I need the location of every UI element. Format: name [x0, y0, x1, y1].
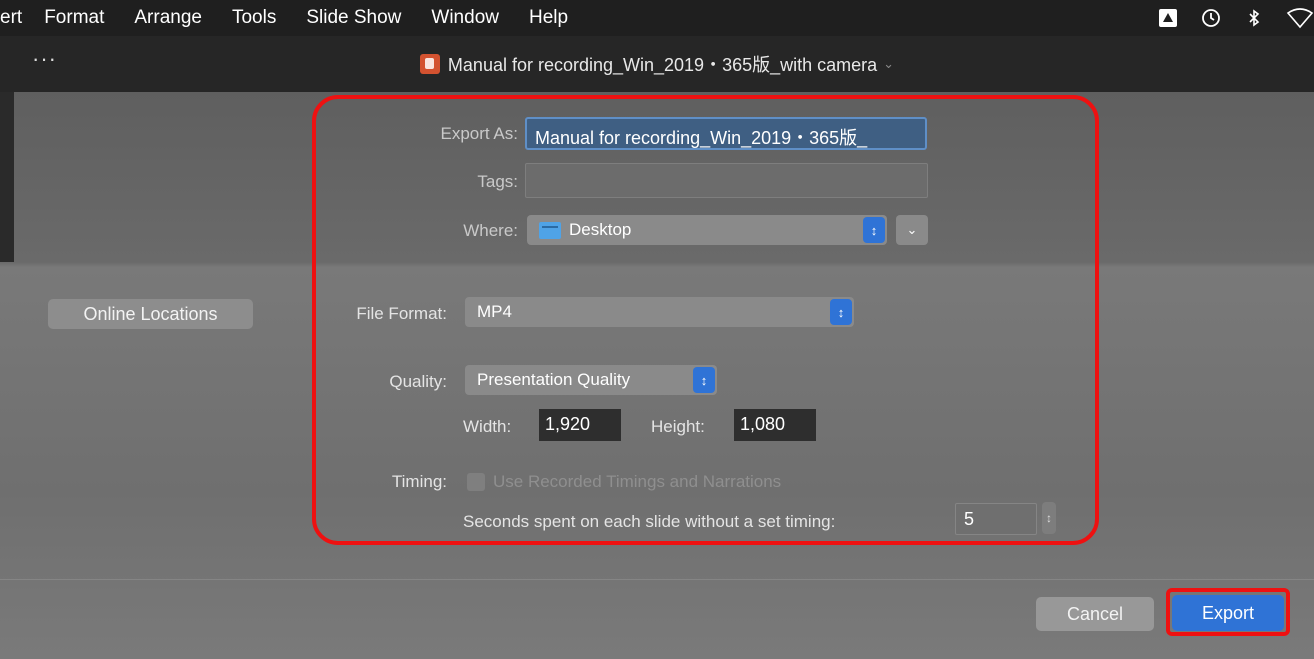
export-highlight-annotation: [1166, 588, 1290, 636]
cancel-button[interactable]: Cancel: [1036, 597, 1154, 631]
time-machine-icon[interactable]: [1200, 7, 1222, 29]
menu-bar: ert Format Arrange Tools Slide Show Wind…: [0, 0, 1314, 36]
document-title-text: Manual for recording_Win_2019・365版_with …: [447, 55, 878, 75]
menu-item-insert[interactable]: ert: [0, 7, 22, 29]
status-icons: [1136, 0, 1314, 36]
highlight-annotation: [312, 95, 1099, 545]
menu-item-window[interactable]: Window: [431, 7, 499, 29]
menu-item-help[interactable]: Help: [529, 7, 568, 29]
export-dialog: Export As: Manual for recording_Win_2019…: [0, 92, 1314, 659]
chevron-down-icon: ⌄: [883, 56, 895, 71]
window-title-bar: ··· Manual for recording_Win_2019・365版_w…: [0, 36, 1314, 92]
bluetooth-icon[interactable]: [1244, 8, 1264, 28]
powerpoint-icon: [419, 54, 440, 74]
document-title[interactable]: Manual for recording_Win_2019・365版_with …: [419, 51, 895, 77]
menu-item-slide-show[interactable]: Slide Show: [306, 7, 401, 29]
online-locations-button[interactable]: Online Locations: [48, 299, 253, 329]
menu-item-format[interactable]: Format: [44, 7, 104, 29]
menu-item-tools[interactable]: Tools: [232, 7, 276, 29]
divider: [0, 579, 1314, 580]
drive-icon[interactable]: [1158, 8, 1178, 28]
menu-item-arrange[interactable]: Arrange: [134, 7, 202, 29]
wifi-icon[interactable]: [1286, 7, 1314, 29]
window-edge: [0, 92, 14, 262]
more-icon[interactable]: ···: [32, 46, 57, 72]
